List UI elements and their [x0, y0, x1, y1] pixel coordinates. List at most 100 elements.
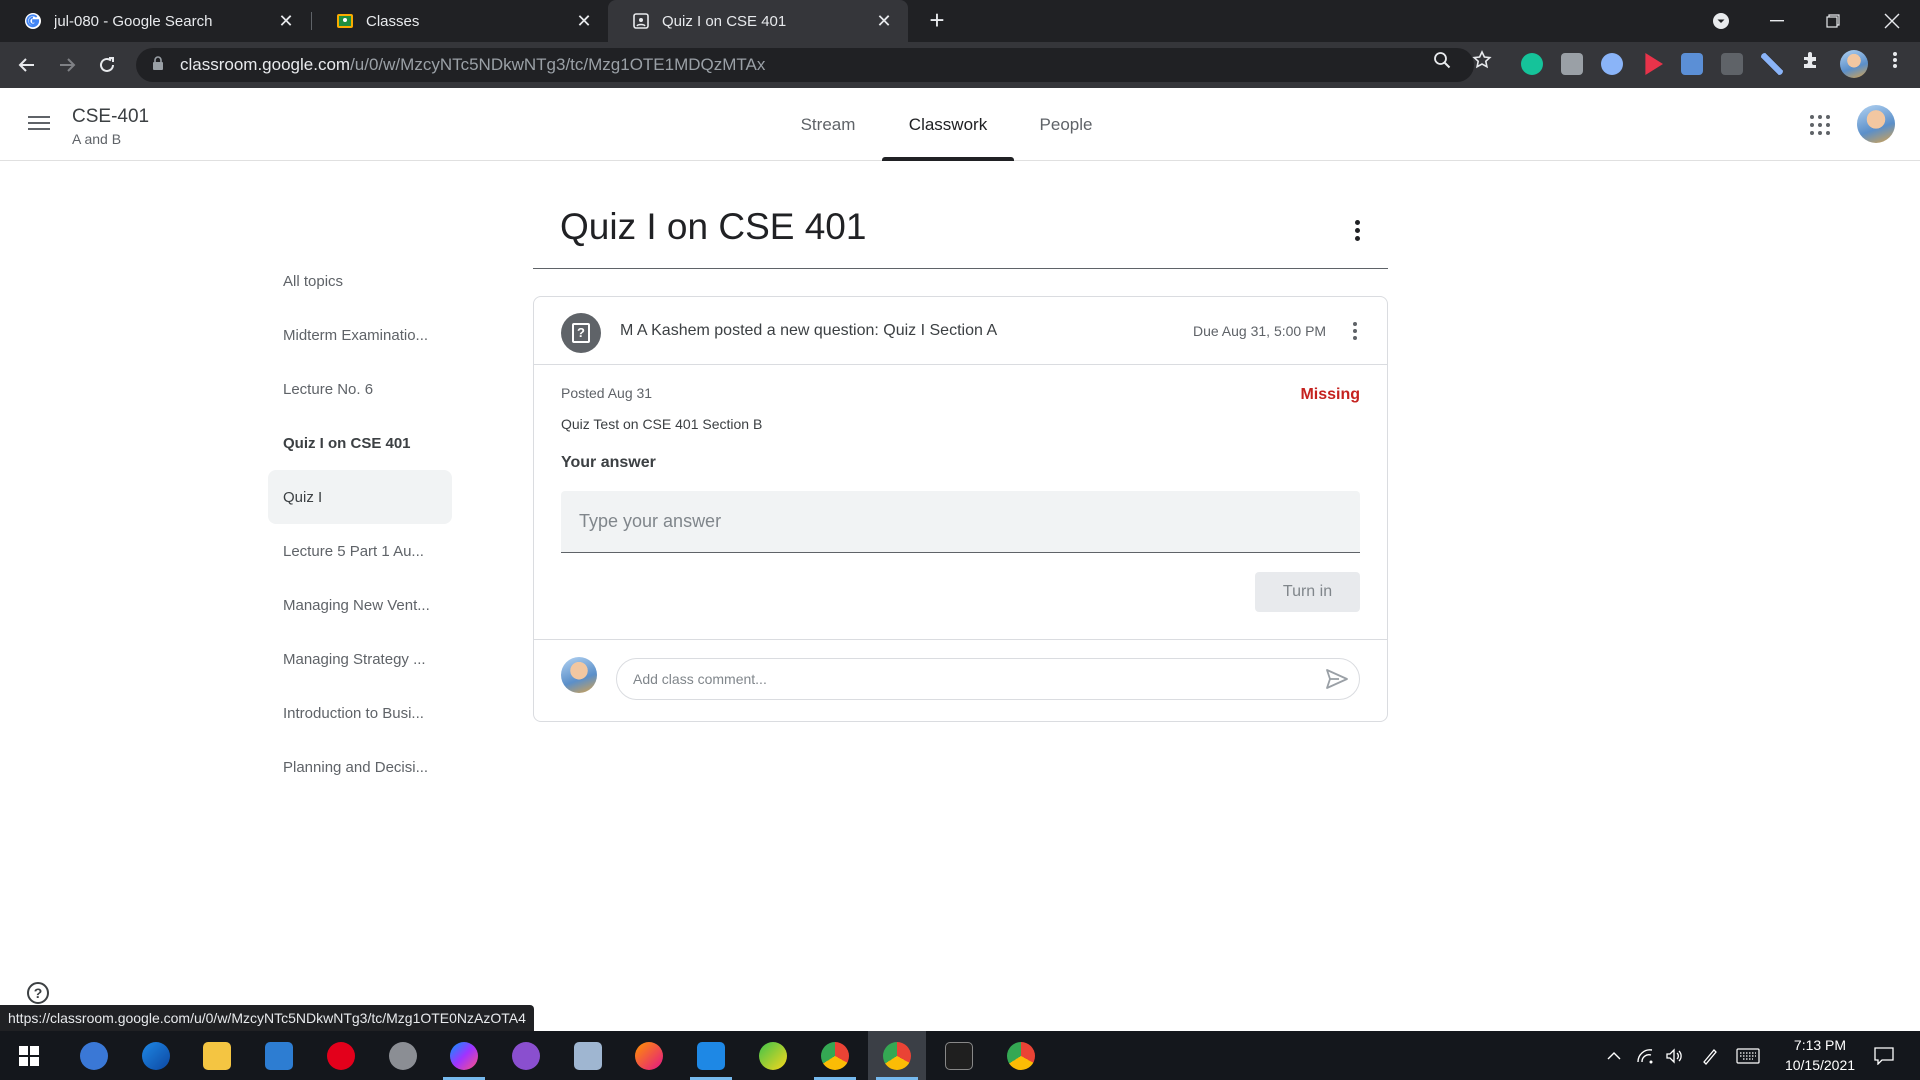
status-badge: Missing [1300, 386, 1360, 403]
zoom-icon[interactable] [1432, 50, 1452, 70]
qb-app-icon[interactable] [65, 1031, 123, 1080]
tab-title: jul-080 - Google Search [54, 12, 213, 30]
network-icon[interactable] [1633, 1031, 1657, 1080]
messenger-icon[interactable] [435, 1031, 493, 1080]
new-tab-button[interactable]: + [922, 6, 952, 36]
lock-icon [152, 55, 166, 75]
action-center-icon[interactable] [1864, 1031, 1904, 1080]
github-desktop-icon[interactable] [497, 1031, 555, 1080]
terminal-icon[interactable] [930, 1031, 988, 1080]
tab-search-icon[interactable] [1693, 0, 1749, 42]
chrome-profile-icon[interactable] [992, 1031, 1050, 1080]
url-path: /u/0/w/MzcyNTc5NDkwNTg3/tc/Mzg1OTE1MDQzM… [350, 55, 766, 74]
reload-icon[interactable] [92, 50, 122, 80]
link-status-bar: https://classroom.google.com/u/0/w/MzcyN… [0, 1005, 534, 1031]
tab-stream[interactable]: Stream [784, 88, 872, 161]
tab-classwork[interactable]: Classwork [882, 88, 1014, 161]
browser-tab-classes[interactable]: Classes ✕ [312, 0, 608, 42]
topic-item[interactable]: Planning and Decisi... [268, 740, 452, 794]
back-arrow-icon[interactable] [12, 50, 42, 80]
topic-item[interactable]: Lecture 5 Part 1 Au... [268, 524, 452, 578]
play-extension-icon[interactable] [1645, 53, 1663, 75]
topic-item[interactable]: Lecture No. 6 [268, 362, 452, 416]
close-tab-icon[interactable]: ✕ [574, 11, 594, 31]
download-extension-icon[interactable] [1681, 53, 1703, 75]
account-avatar[interactable] [1857, 105, 1895, 143]
app-icon[interactable] [744, 1031, 802, 1080]
profile-avatar[interactable] [1840, 50, 1868, 78]
url-text: classroom.google.com/u/0/w/MzcyNTc5NDkwN… [180, 55, 765, 75]
pen-extension-icon[interactable] [1761, 53, 1783, 75]
topic-item-current[interactable]: Quiz I on CSE 401 [268, 416, 452, 470]
question-title[interactable]: M A Kashem posted a new question: Quiz I… [620, 322, 997, 340]
browser-tab-strip: jul-080 - Google Search ✕ Classes ✕ Quiz… [0, 0, 1920, 42]
topic-item[interactable]: Managing Strategy ... [268, 632, 452, 686]
camera-extension-icon[interactable] [1561, 53, 1583, 75]
chrome-menu-icon[interactable] [1885, 50, 1905, 70]
tab-title: Quiz I on CSE 401 [662, 12, 787, 30]
file-explorer-icon[interactable] [188, 1031, 246, 1080]
minimize-window-icon[interactable] [1749, 0, 1805, 42]
forward-arrow-icon[interactable] [52, 50, 82, 80]
url-domain: classroom.google.com [180, 55, 351, 74]
clock-date: 10/15/2021 [1784, 1057, 1856, 1073]
volume-icon[interactable] [1661, 1031, 1687, 1080]
extension-icon[interactable] [1721, 53, 1743, 75]
class-comment-box[interactable] [616, 658, 1360, 700]
send-icon[interactable] [1325, 668, 1349, 690]
chrome-profile-icon[interactable] [868, 1031, 926, 1080]
topic-item[interactable]: Introduction to Busi... [268, 686, 452, 740]
touch-keyboard-icon[interactable] [1733, 1031, 1763, 1080]
classroom-header: CSE-401 A and B Stream Classwork People [0, 88, 1920, 161]
classroom-icon [336, 12, 354, 30]
question-card-header[interactable]: ? M A Kashem posted a new question: Quiz… [534, 297, 1387, 365]
clock-time: 7:13 PM [1793, 1037, 1847, 1053]
help-icon[interactable]: ? [27, 982, 49, 1004]
opera-icon[interactable] [312, 1031, 370, 1080]
close-tab-icon[interactable]: ✕ [874, 11, 894, 31]
extension-icon[interactable] [1601, 53, 1623, 75]
avatar [561, 657, 597, 693]
close-window-icon[interactable] [1864, 0, 1920, 42]
class-comment-input[interactable] [633, 659, 1313, 699]
topic-item-selected[interactable]: Quiz I [268, 470, 452, 524]
page-title: Quiz I on CSE 401 [560, 206, 867, 247]
chrome-icon[interactable] [806, 1031, 864, 1080]
topic-item[interactable]: All topics [268, 254, 452, 308]
topics-list: All topics Midterm Examinatio... Lecture… [268, 254, 452, 794]
question-more-options-icon[interactable] [1345, 318, 1365, 344]
show-hidden-icons[interactable] [1602, 1031, 1626, 1080]
posted-date: Posted Aug 31 [561, 385, 653, 401]
answer-label: Your answer [561, 454, 656, 471]
app-icon[interactable] [559, 1031, 617, 1080]
main-menu-icon[interactable] [26, 112, 52, 136]
restore-window-icon[interactable] [1805, 0, 1861, 42]
firefox-icon[interactable] [620, 1031, 678, 1080]
tab-people[interactable]: People [1024, 88, 1108, 161]
grammarly-extension-icon[interactable] [1521, 53, 1543, 75]
answer-input[interactable] [561, 491, 1360, 553]
close-tab-icon[interactable]: ✕ [276, 11, 296, 31]
address-bar[interactable]: classroom.google.com/u/0/w/MzcyNTc5NDkwN… [136, 48, 1474, 82]
vscode-icon[interactable] [682, 1031, 740, 1080]
pen-workspace-icon[interactable] [1697, 1031, 1723, 1080]
browser-tab-quiz[interactable]: Quiz I on CSE 401 ✕ [608, 0, 908, 42]
topic-more-options-icon[interactable] [1345, 215, 1369, 245]
browser-toolbar: classroom.google.com/u/0/w/MzcyNTc5NDkwN… [0, 42, 1920, 88]
topic-item[interactable]: Managing New Vent... [268, 578, 452, 632]
app-icon[interactable] [374, 1031, 432, 1080]
edge-icon[interactable] [127, 1031, 185, 1080]
question-card: ? M A Kashem posted a new question: Quiz… [533, 296, 1388, 722]
topic-item[interactable]: Midterm Examinatio... [268, 308, 452, 362]
puzzle-extensions-icon[interactable] [1801, 50, 1821, 70]
browser-tab-google-search[interactable]: jul-080 - Google Search ✕ [0, 0, 310, 42]
windows-start-icon[interactable] [0, 1031, 58, 1080]
turn-in-button[interactable]: Turn in [1255, 572, 1360, 612]
google-g-icon [24, 12, 42, 30]
system-clock[interactable]: 7:13 PM 10/15/2021 [1760, 1035, 1880, 1075]
bookmark-star-icon[interactable] [1472, 50, 1492, 70]
google-apps-icon[interactable] [1810, 115, 1830, 135]
mail-icon[interactable] [250, 1031, 308, 1080]
class-name[interactable]: CSE-401 [72, 106, 149, 128]
title-divider [533, 268, 1388, 269]
